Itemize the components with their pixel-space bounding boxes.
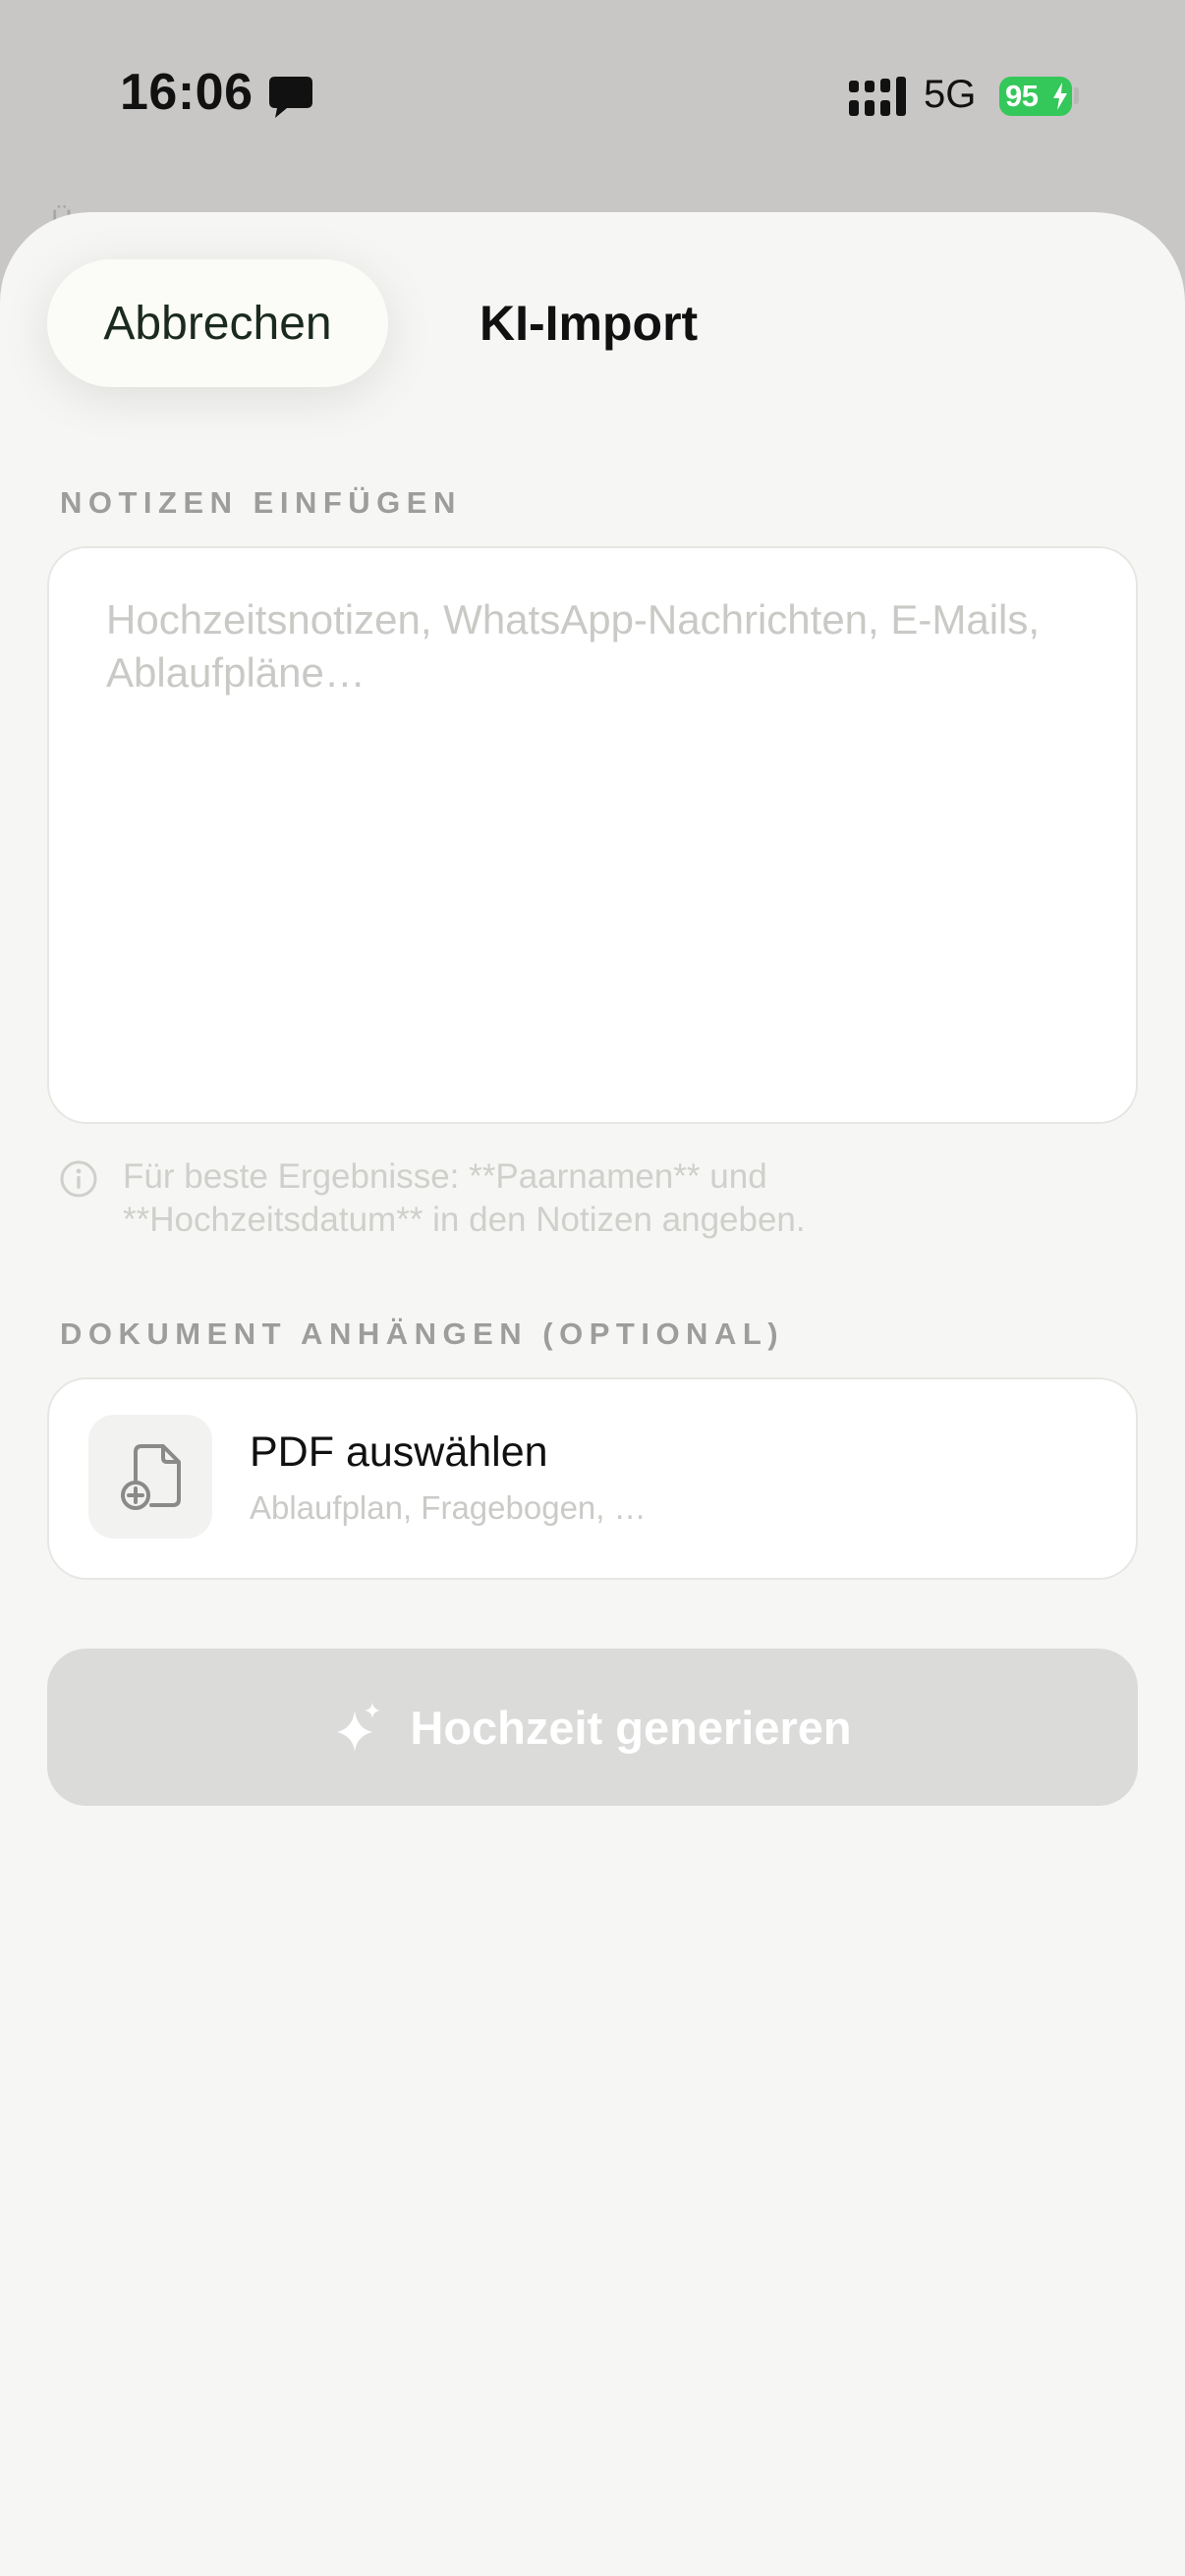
status-bar: 16:06 5G 95 bbox=[0, 0, 1185, 196]
notes-input[interactable] bbox=[47, 546, 1138, 1124]
pdf-subtitle: Ablaufplan, Fragebogen, … bbox=[250, 1489, 647, 1526]
hint-text: Für beste Ergebnisse: **Paarnamen** und … bbox=[123, 1157, 806, 1239]
generate-wedding-button[interactable]: Hochzeit generieren bbox=[47, 1649, 1138, 1806]
message-icon bbox=[267, 75, 314, 120]
notes-section-label: NOTIZEN EINFÜGEN bbox=[60, 485, 462, 520]
ki-import-sheet: Abbrechen KI-Import NOTIZEN EINFÜGEN Für… bbox=[0, 212, 1185, 2576]
network-label: 5G bbox=[924, 73, 977, 116]
battery-indicator: 95 bbox=[999, 77, 1072, 116]
info-icon bbox=[59, 1159, 98, 1199]
pdf-icon-container bbox=[88, 1415, 212, 1539]
sparkle-icon bbox=[337, 1703, 381, 1752]
battery-bolt-icon bbox=[1052, 83, 1068, 110]
pdf-select-button[interactable]: PDF auswählen Ablaufplan, Fragebogen, … bbox=[47, 1377, 1138, 1580]
battery-level: 95 bbox=[1005, 79, 1039, 113]
generate-label: Hochzeit generieren bbox=[410, 1701, 852, 1754]
document-section-label: DOKUMENT ANHÄNGEN (OPTIONAL) bbox=[60, 1316, 785, 1351]
pdf-title: PDF auswählen bbox=[250, 1428, 548, 1476]
status-time: 16:06 bbox=[120, 64, 254, 121]
signal-icon bbox=[847, 77, 908, 118]
sheet-title: KI-Import bbox=[480, 296, 699, 351]
cancel-button[interactable]: Abbrechen bbox=[47, 259, 388, 387]
battery-nub bbox=[1074, 87, 1079, 104]
document-add-icon bbox=[121, 1444, 181, 1510]
